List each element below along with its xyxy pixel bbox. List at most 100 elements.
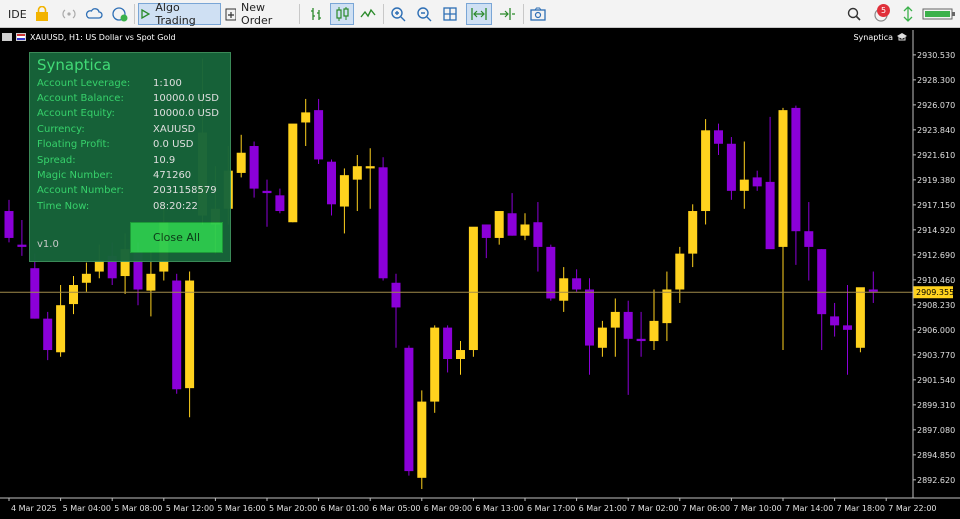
time-axis: 4 Mar 2025 5 Mar 04:00 5 Mar 08:00 5 Mar 12… xyxy=(0,497,960,513)
new-order-button[interactable]: New Order xyxy=(225,1,295,27)
candle-body xyxy=(830,316,840,326)
lock-icon[interactable] xyxy=(32,3,52,25)
candle-body xyxy=(546,246,556,299)
time-tick-label: 5 Mar 12:00 xyxy=(166,504,214,513)
candle xyxy=(17,219,27,256)
price-tick-label: 2928.300 xyxy=(917,76,955,85)
current-price-label: 2909.355 xyxy=(916,288,954,297)
vps-icon[interactable] xyxy=(109,3,131,25)
candle xyxy=(378,157,388,281)
candle xyxy=(791,105,801,265)
candle-body xyxy=(572,278,582,290)
candle-body xyxy=(275,195,285,212)
line-chart-icon[interactable] xyxy=(357,3,379,25)
candle xyxy=(69,276,78,315)
signal-icon[interactable] xyxy=(58,3,80,25)
algo-trading-label: Algo Trading xyxy=(155,1,196,27)
algo-trading-button[interactable]: Algo Trading xyxy=(138,1,221,27)
candle-body xyxy=(726,143,736,191)
screenshot-icon[interactable] xyxy=(527,3,549,25)
ide-label: IDE xyxy=(8,7,27,21)
autoscroll-icon[interactable] xyxy=(466,3,492,25)
candle-body xyxy=(262,190,272,194)
bar-chart-icon[interactable] xyxy=(305,3,327,25)
toolbar: IDE Algo Trading New Order 5 xyxy=(0,0,960,28)
candle-body xyxy=(443,327,453,359)
candle xyxy=(262,179,272,227)
candle-body xyxy=(481,224,491,238)
candle xyxy=(675,246,685,303)
candle-body xyxy=(94,260,104,272)
candle-body xyxy=(843,325,852,330)
candle-body xyxy=(81,273,91,283)
candle xyxy=(868,271,878,303)
candlestick-chart-icon[interactable] xyxy=(330,3,354,25)
price-tick-label: 2923.840 xyxy=(917,126,955,135)
candle xyxy=(236,134,246,178)
price-tick-label: 2919.380 xyxy=(917,176,955,185)
notifications-button[interactable]: 5 xyxy=(868,3,894,25)
leverage-value: 1:100 xyxy=(153,78,182,89)
price-tick-label: 2914.920 xyxy=(917,226,955,235)
price-tick-label: 2894.850 xyxy=(917,451,955,460)
candle xyxy=(752,170,762,191)
zoom-out-icon[interactable] xyxy=(413,3,435,25)
candle-body xyxy=(327,161,336,205)
price-tick-label: 2910.460 xyxy=(917,276,955,285)
time-tick-label: 6 Mar 17:00 xyxy=(527,504,575,513)
chart-shift-icon[interactable] xyxy=(495,3,519,25)
expert-advisor-label[interactable]: Synaptica xyxy=(853,30,908,44)
time-tick-label: 5 Mar 16:00 xyxy=(217,504,265,513)
candle-body xyxy=(249,146,259,189)
candle xyxy=(275,188,285,214)
candle xyxy=(430,325,440,413)
ide-button[interactable]: IDE xyxy=(4,3,31,25)
candle xyxy=(843,285,852,375)
price-tick-label: 2908.230 xyxy=(917,301,955,310)
floating-profit-value: 0.0 USD xyxy=(153,139,194,150)
price-tick-label: 2892.620 xyxy=(917,476,955,485)
chart-title-bar: XAUUSD, H1: US Dollar vs Spot Gold xyxy=(0,30,176,44)
candle xyxy=(520,213,530,241)
time-tick-label: 5 Mar 20:00 xyxy=(269,504,317,513)
candle-body xyxy=(288,123,298,223)
candle xyxy=(468,226,478,357)
time-tick-label: 7 Mar 18:00 xyxy=(837,504,885,513)
candle xyxy=(623,300,633,395)
play-icon xyxy=(141,8,151,20)
candle xyxy=(417,390,427,490)
cloud-icon[interactable] xyxy=(83,3,105,25)
candle-body xyxy=(146,273,156,291)
spread-label: Spread: xyxy=(37,155,76,166)
candle-body xyxy=(559,278,569,301)
grid-icon[interactable] xyxy=(439,3,461,25)
candle-body xyxy=(43,318,53,351)
price-tick-label: 2921.610 xyxy=(917,151,955,160)
chart-title: XAUUSD, H1: US Dollar vs Spot Gold xyxy=(30,32,176,42)
candle xyxy=(391,273,401,348)
zoom-in-icon[interactable] xyxy=(387,3,409,25)
candle-body xyxy=(430,327,440,402)
ea-info-panel: Synaptica Account Leverage: 1:100 Accoun… xyxy=(29,52,231,262)
chart-window-icon xyxy=(2,33,12,41)
price-axis: 2930.530 2928.300 2926.070 2923.840 2921.610… xyxy=(912,30,955,498)
candle xyxy=(688,204,698,268)
floating-profit-label: Floating Profit: xyxy=(37,139,110,150)
time-tick-label: 6 Mar 21:00 xyxy=(579,504,627,513)
search-icon[interactable] xyxy=(843,3,865,25)
candle-body xyxy=(17,244,27,247)
candle xyxy=(714,123,723,155)
candle-body xyxy=(365,166,375,169)
candle-body xyxy=(456,350,465,359)
candle-body xyxy=(339,175,349,207)
candle-body xyxy=(391,282,401,308)
candle-body xyxy=(752,177,762,187)
candle-body xyxy=(610,311,620,328)
panel-title: Synaptica xyxy=(37,56,112,74)
candle-body xyxy=(649,320,659,342)
close-all-button[interactable]: Close All xyxy=(130,222,223,253)
account-number-label: Account Number: xyxy=(37,185,124,196)
candle xyxy=(559,267,569,312)
candle xyxy=(649,289,659,351)
candle-body xyxy=(507,213,517,236)
